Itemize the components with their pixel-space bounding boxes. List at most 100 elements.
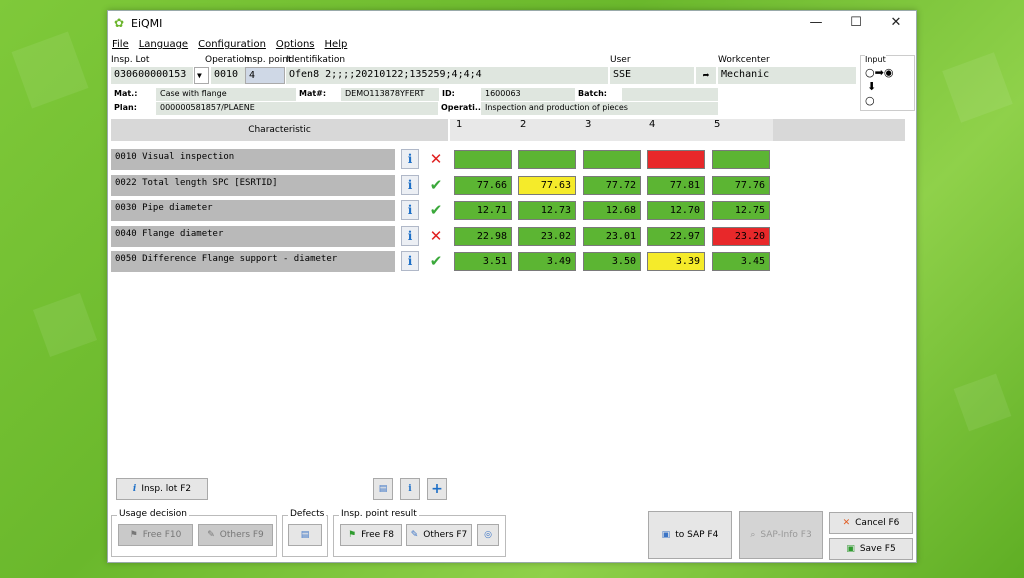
value-cell[interactable]: 12.71 xyxy=(454,201,512,220)
col-head-3: 3 xyxy=(585,119,592,130)
characteristic-name[interactable]: 0050 Difference Flange support - diamete… xyxy=(111,251,395,272)
matnr-label: Mat#: xyxy=(299,89,327,98)
value-cell[interactable]: 77.63 xyxy=(518,176,576,195)
characteristic-name[interactable]: 0022 Total length SPC [ESRTID] xyxy=(111,175,395,196)
operati-label: Operati... xyxy=(441,103,484,112)
pencil-icon: ✎ xyxy=(410,530,419,540)
plan-label: Plan: xyxy=(114,103,137,112)
value-cell[interactable]: 3.51 xyxy=(454,252,512,271)
value-cell[interactable]: 3.45 xyxy=(712,252,770,271)
insp-lot-dropdown-chevron-icon[interactable]: ▼ xyxy=(194,67,209,84)
value-cell[interactable]: 12.68 xyxy=(583,201,641,220)
row-info-icon[interactable]: i xyxy=(401,200,419,220)
row-info-icon[interactable]: i xyxy=(401,175,419,195)
user-arrow-icon[interactable]: ➦ xyxy=(696,67,716,84)
cancel-label: Cancel F6 xyxy=(855,518,900,528)
target-button[interactable]: ◎ xyxy=(477,524,499,546)
usage-decision-group: Usage decision ⚑ Free F10 ✎ Others F9 xyxy=(111,509,277,557)
insp-lot-field[interactable]: 030600000153 xyxy=(111,67,193,84)
batch-value xyxy=(622,88,718,101)
ident-label: Identifikation xyxy=(286,55,346,65)
flag-icon: ⚑ xyxy=(129,530,138,540)
insp-point-field[interactable]: 4 xyxy=(245,67,285,84)
mat-label: Mat.: xyxy=(114,89,138,98)
cancel-x-icon: ✕ xyxy=(842,518,851,528)
value-cell[interactable] xyxy=(518,150,576,169)
value-cell[interactable]: 3.49 xyxy=(518,252,576,271)
insp-lot-button-label: Insp. lot F2 xyxy=(141,484,192,494)
row-info-icon[interactable]: i xyxy=(401,226,419,246)
value-cell[interactable]: 22.98 xyxy=(454,227,512,246)
id-value: 1600063 xyxy=(481,88,575,101)
value-cell[interactable]: 22.97 xyxy=(647,227,705,246)
workcenter-label: Workcenter xyxy=(718,55,770,65)
list-icon: ▤ xyxy=(300,530,310,540)
menu-help[interactable]: Help xyxy=(325,39,348,50)
characteristic-name[interactable]: 0030 Pipe diameter xyxy=(111,200,395,221)
row-info-icon[interactable]: i xyxy=(401,251,419,271)
operation-field[interactable]: 0010 xyxy=(211,67,245,84)
characteristic-name[interactable]: 0010 Visual inspection xyxy=(111,149,395,170)
user-label: User xyxy=(610,55,631,65)
status-check-icon: ✔ xyxy=(429,252,443,270)
characteristic-name[interactable]: 0040 Flange diameter xyxy=(111,226,395,247)
menu-file[interactable]: File xyxy=(112,39,129,50)
free-f10-label: Free F10 xyxy=(142,530,182,540)
identification-field[interactable]: Ofen8 2;;;;20210122;135259;4;4;4 xyxy=(286,67,608,84)
close-button[interactable]: ✕ xyxy=(876,11,916,35)
value-cell[interactable]: 23.01 xyxy=(583,227,641,246)
maximize-button[interactable]: ☐ xyxy=(836,11,876,35)
workcenter-field[interactable]: Mechanic xyxy=(718,67,856,84)
value-cell[interactable]: 23.20 xyxy=(712,227,770,246)
value-cell[interactable]: 23.02 xyxy=(518,227,576,246)
minimize-button[interactable]: — xyxy=(796,11,836,35)
value-cell[interactable]: 3.39 xyxy=(647,252,705,271)
input-radio-horizontal[interactable]: ○➡◉ xyxy=(865,66,893,79)
user-field[interactable]: SSE xyxy=(610,67,694,84)
cancel-button[interactable]: ✕ Cancel F6 xyxy=(829,512,913,534)
row-info-icon[interactable]: i xyxy=(401,149,419,169)
free-f10-button[interactable]: ⚑ Free F10 xyxy=(118,524,193,546)
value-cell[interactable]: 77.72 xyxy=(583,176,641,195)
value-cell[interactable]: 3.50 xyxy=(583,252,641,271)
value-columns-header-tail xyxy=(773,119,905,141)
input-down-arrow-icon: ⬇ xyxy=(867,80,877,93)
value-cell[interactable]: 12.70 xyxy=(647,201,705,220)
insp-lot-label: Insp. Lot xyxy=(111,55,150,65)
input-radio-vertical[interactable]: ○ xyxy=(865,94,875,107)
value-cell[interactable]: 77.81 xyxy=(647,176,705,195)
menu-language[interactable]: Language xyxy=(139,39,188,50)
menu-options[interactable]: Options xyxy=(276,39,315,50)
plus-icon: + xyxy=(431,481,443,497)
free-f8-button[interactable]: ⚑ Free F8 xyxy=(340,524,402,546)
insp-point-label: Insp. point xyxy=(244,55,292,65)
sap-info-button[interactable]: ⌕ SAP-Info F3 xyxy=(739,511,823,559)
save-button[interactable]: ▣ Save F5 xyxy=(829,538,913,560)
value-cell[interactable]: 77.76 xyxy=(712,176,770,195)
to-sap-button[interactable]: ▣ to SAP F4 xyxy=(648,511,732,559)
value-cell[interactable] xyxy=(583,150,641,169)
status-check-icon: ✔ xyxy=(429,201,443,219)
others-f7-button[interactable]: ✎ Others F7 xyxy=(406,524,472,546)
menu-configuration[interactable]: Configuration xyxy=(198,39,266,50)
title-bar: ✿ EiQMI xyxy=(108,11,916,35)
defects-button[interactable]: ▤ xyxy=(288,524,322,546)
value-cell[interactable] xyxy=(647,150,705,169)
defects-title: Defects xyxy=(288,509,327,519)
folder-button[interactable]: ▤ xyxy=(373,478,393,500)
col-head-1: 1 xyxy=(456,119,463,130)
plan-value: 000000581857/PLAENE xyxy=(156,102,438,115)
insp-lot-button[interactable]: i Insp. lot F2 xyxy=(116,478,208,500)
info-button[interactable]: i xyxy=(400,478,420,500)
value-cell[interactable] xyxy=(454,150,512,169)
value-cell[interactable] xyxy=(712,150,770,169)
info-icon: i xyxy=(132,484,137,494)
add-button[interactable]: + xyxy=(427,478,447,500)
others-f9-button[interactable]: ✎ Others F9 xyxy=(198,524,273,546)
status-check-icon: ✔ xyxy=(429,176,443,194)
value-cell[interactable]: 12.75 xyxy=(712,201,770,220)
value-cell[interactable]: 12.73 xyxy=(518,201,576,220)
characteristic-header: Characteristic xyxy=(111,119,448,141)
value-cell[interactable]: 77.66 xyxy=(454,176,512,195)
id-label: ID: xyxy=(442,89,455,98)
